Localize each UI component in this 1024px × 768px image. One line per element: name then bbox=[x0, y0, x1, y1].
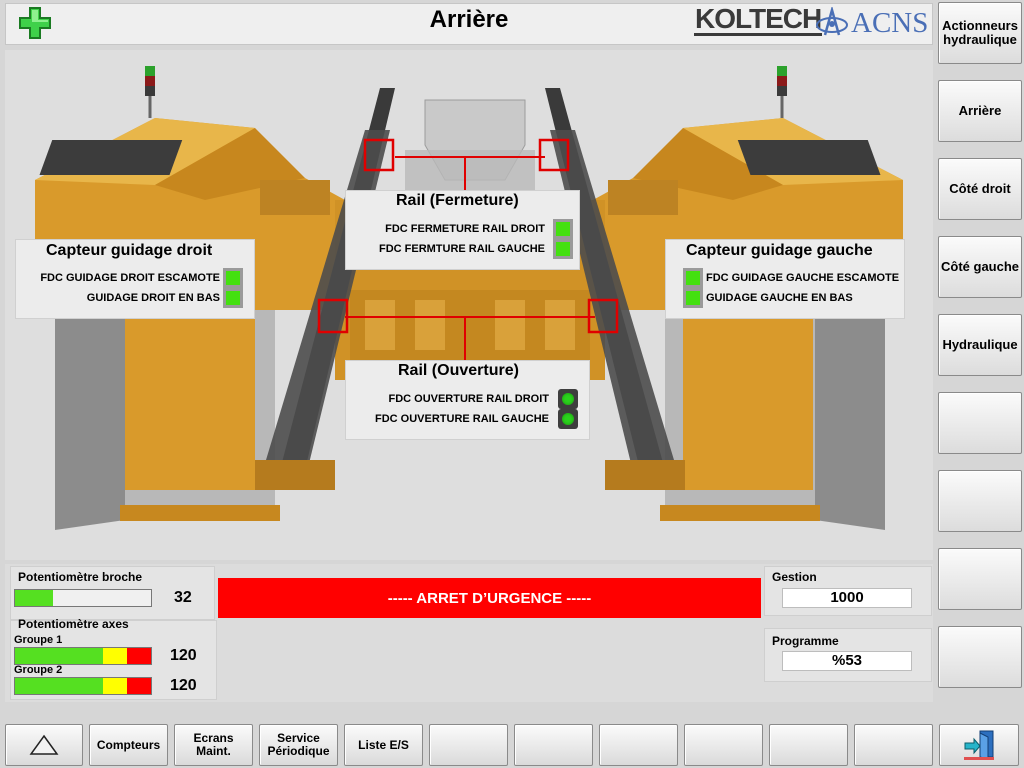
guidage-droit-en-bas-label: GUIDAGE DROIT EN BAS bbox=[86, 292, 220, 304]
gestion-value: 1000 bbox=[782, 588, 912, 608]
fdc-guidage-gauche-escamote-indicator bbox=[683, 268, 703, 288]
bottom-button-8[interactable] bbox=[599, 724, 678, 766]
groupe1-bar bbox=[14, 647, 152, 665]
side-button-9[interactable] bbox=[938, 626, 1022, 688]
bottom-button-6[interactable] bbox=[429, 724, 508, 766]
fdc-fermture-rail-gauche-indicator bbox=[553, 239, 573, 259]
potentiometre-broche-bar bbox=[14, 589, 152, 607]
groupe1-label: Groupe 1 bbox=[14, 634, 63, 646]
programme-value: %53 bbox=[782, 651, 912, 671]
hydraulique-button[interactable]: Hydraulique bbox=[938, 314, 1022, 376]
groupe1-yellow-segment bbox=[103, 648, 127, 664]
fdc-fermeture-rail-droit-indicator bbox=[553, 219, 573, 239]
fdc-ouverture-rail-droit-label: FDC OUVERTURE RAIL DROIT bbox=[388, 393, 549, 405]
groupe1-value: 120 bbox=[170, 647, 197, 664]
side-button-7[interactable] bbox=[938, 470, 1022, 532]
capteur-guidage-droit-panel: Capteur guidage droit FDC GUIDAGE DROIT … bbox=[15, 239, 255, 319]
guidage-droit-en-bas-indicator bbox=[223, 288, 243, 308]
acns-emblem-icon bbox=[816, 7, 848, 36]
bottom-button-11[interactable] bbox=[854, 724, 933, 766]
bottom-button-7[interactable] bbox=[514, 724, 593, 766]
rail-ouverture-title: Rail (Ouverture) bbox=[398, 362, 519, 379]
fdc-ouverture-rail-gauche-label: FDC OUVERTURE RAIL GAUCHE bbox=[375, 413, 549, 425]
potentiometre-broche-fill bbox=[15, 590, 54, 606]
fdc-fermeture-rail-droit-label: FDC FERMETURE RAIL DROIT bbox=[385, 223, 545, 235]
groupe2-yellow-segment bbox=[103, 678, 127, 694]
emergency-stop-banner: ----- ARRET D’URGENCE ----- bbox=[218, 578, 761, 618]
programme-label: Programme bbox=[772, 634, 839, 648]
fdc-ouverture-rail-droit-indicator bbox=[558, 389, 578, 409]
capteur-guidage-gauche-title: Capteur guidage gauche bbox=[686, 242, 873, 259]
side-button-6[interactable] bbox=[938, 392, 1022, 454]
rail-fermeture-panel: Rail (Fermeture) FDC FERMETURE RAIL DROI… bbox=[345, 190, 580, 270]
fdc-guidage-gauche-escamote-label: FDC GUIDAGE GAUCHE ESCAMOTE bbox=[706, 272, 900, 284]
bottom-button-10[interactable] bbox=[769, 724, 848, 766]
fdc-fermture-rail-gauche-label: FDC FERMTURE RAIL GAUCHE bbox=[378, 243, 545, 255]
rail-ouverture-panel: Rail (Ouverture) FDC OUVERTURE RAIL DROI… bbox=[345, 360, 590, 440]
ecrans-maint-button[interactable]: Ecrans Maint. bbox=[174, 724, 253, 766]
potentiometre-axes-label: Potentiomètre axes bbox=[18, 617, 129, 631]
groupe1-red-segment bbox=[127, 648, 151, 664]
groupe2-label: Groupe 2 bbox=[14, 664, 63, 676]
groupe2-value: 120 bbox=[170, 677, 197, 694]
cote-gauche-button[interactable]: Côté gauche bbox=[938, 236, 1022, 298]
bottom-button-9[interactable] bbox=[684, 724, 763, 766]
actionneurs-hydraulique-button[interactable]: Actionneurs hydraulique bbox=[938, 2, 1022, 64]
liste-es-button[interactable]: Liste E/S bbox=[344, 724, 423, 766]
acns-logo-text: ACNS bbox=[851, 6, 929, 39]
exit-button[interactable] bbox=[939, 724, 1019, 766]
service-periodique-button[interactable]: Service Périodique bbox=[259, 724, 338, 766]
guidage-gauche-en-bas-indicator bbox=[683, 288, 703, 308]
side-button-8[interactable] bbox=[938, 548, 1022, 610]
fdc-guidage-droit-escamote-label: FDC GUIDAGE DROIT ESCAMOTE bbox=[40, 272, 220, 284]
groupe1-green-segment bbox=[15, 648, 103, 664]
groupe2-bar bbox=[14, 677, 152, 695]
compteurs-button[interactable]: Compteurs bbox=[89, 724, 168, 766]
up-button[interactable] bbox=[5, 724, 83, 766]
groupe2-green-segment bbox=[15, 678, 103, 694]
groupe2-red-segment bbox=[127, 678, 151, 694]
acns-logo: ACNS bbox=[815, 6, 928, 40]
up-triangle-icon bbox=[29, 734, 59, 755]
arriere-button[interactable]: Arrière bbox=[938, 80, 1022, 142]
exit-door-icon bbox=[964, 730, 994, 760]
potentiometre-broche-value: 32 bbox=[174, 589, 192, 606]
potentiometre-broche-label: Potentiomètre broche bbox=[18, 570, 143, 584]
gestion-label: Gestion bbox=[772, 570, 817, 584]
capteur-guidage-droit-title: Capteur guidage droit bbox=[46, 242, 213, 259]
capteur-guidage-gauche-panel: Capteur guidage gauche FDC GUIDAGE GAUCH… bbox=[665, 239, 905, 319]
machine-scene: Capteur guidage droit FDC GUIDAGE DROIT … bbox=[5, 50, 933, 560]
guidage-gauche-en-bas-label: GUIDAGE GAUCHE EN BAS bbox=[706, 292, 853, 304]
fdc-ouverture-rail-gauche-indicator bbox=[558, 409, 578, 429]
fdc-guidage-droit-escamote-indicator bbox=[223, 268, 243, 288]
cote-droit-button[interactable]: Côté droit bbox=[938, 158, 1022, 220]
koltech-logo: KOLTECH bbox=[694, 3, 822, 36]
rail-fermeture-title: Rail (Fermeture) bbox=[396, 192, 519, 209]
